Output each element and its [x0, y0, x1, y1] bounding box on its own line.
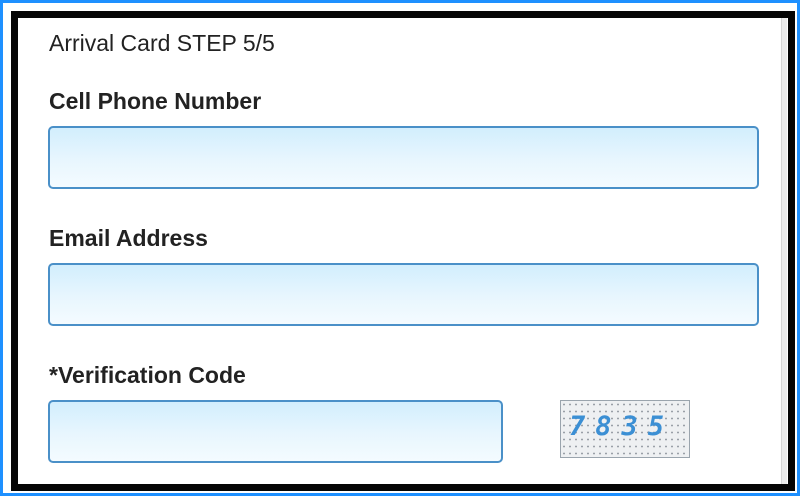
- scrollbar[interactable]: [781, 18, 787, 484]
- captcha-image[interactable]: 7835: [560, 400, 690, 458]
- verification-label: *Verification Code: [49, 362, 246, 388]
- verification-input[interactable]: [48, 400, 503, 463]
- email-label: Email Address: [49, 225, 208, 251]
- captcha-text: 7835: [569, 411, 675, 442]
- form-panel: Arrival Card STEP 5/5 Cell Phone Number …: [11, 11, 795, 491]
- page-title: Arrival Card STEP 5/5: [49, 30, 275, 56]
- phone-label: Cell Phone Number: [49, 88, 262, 114]
- email-input[interactable]: [48, 263, 759, 326]
- outer-frame: Arrival Card STEP 5/5 Cell Phone Number …: [0, 0, 800, 496]
- phone-input[interactable]: [48, 126, 759, 189]
